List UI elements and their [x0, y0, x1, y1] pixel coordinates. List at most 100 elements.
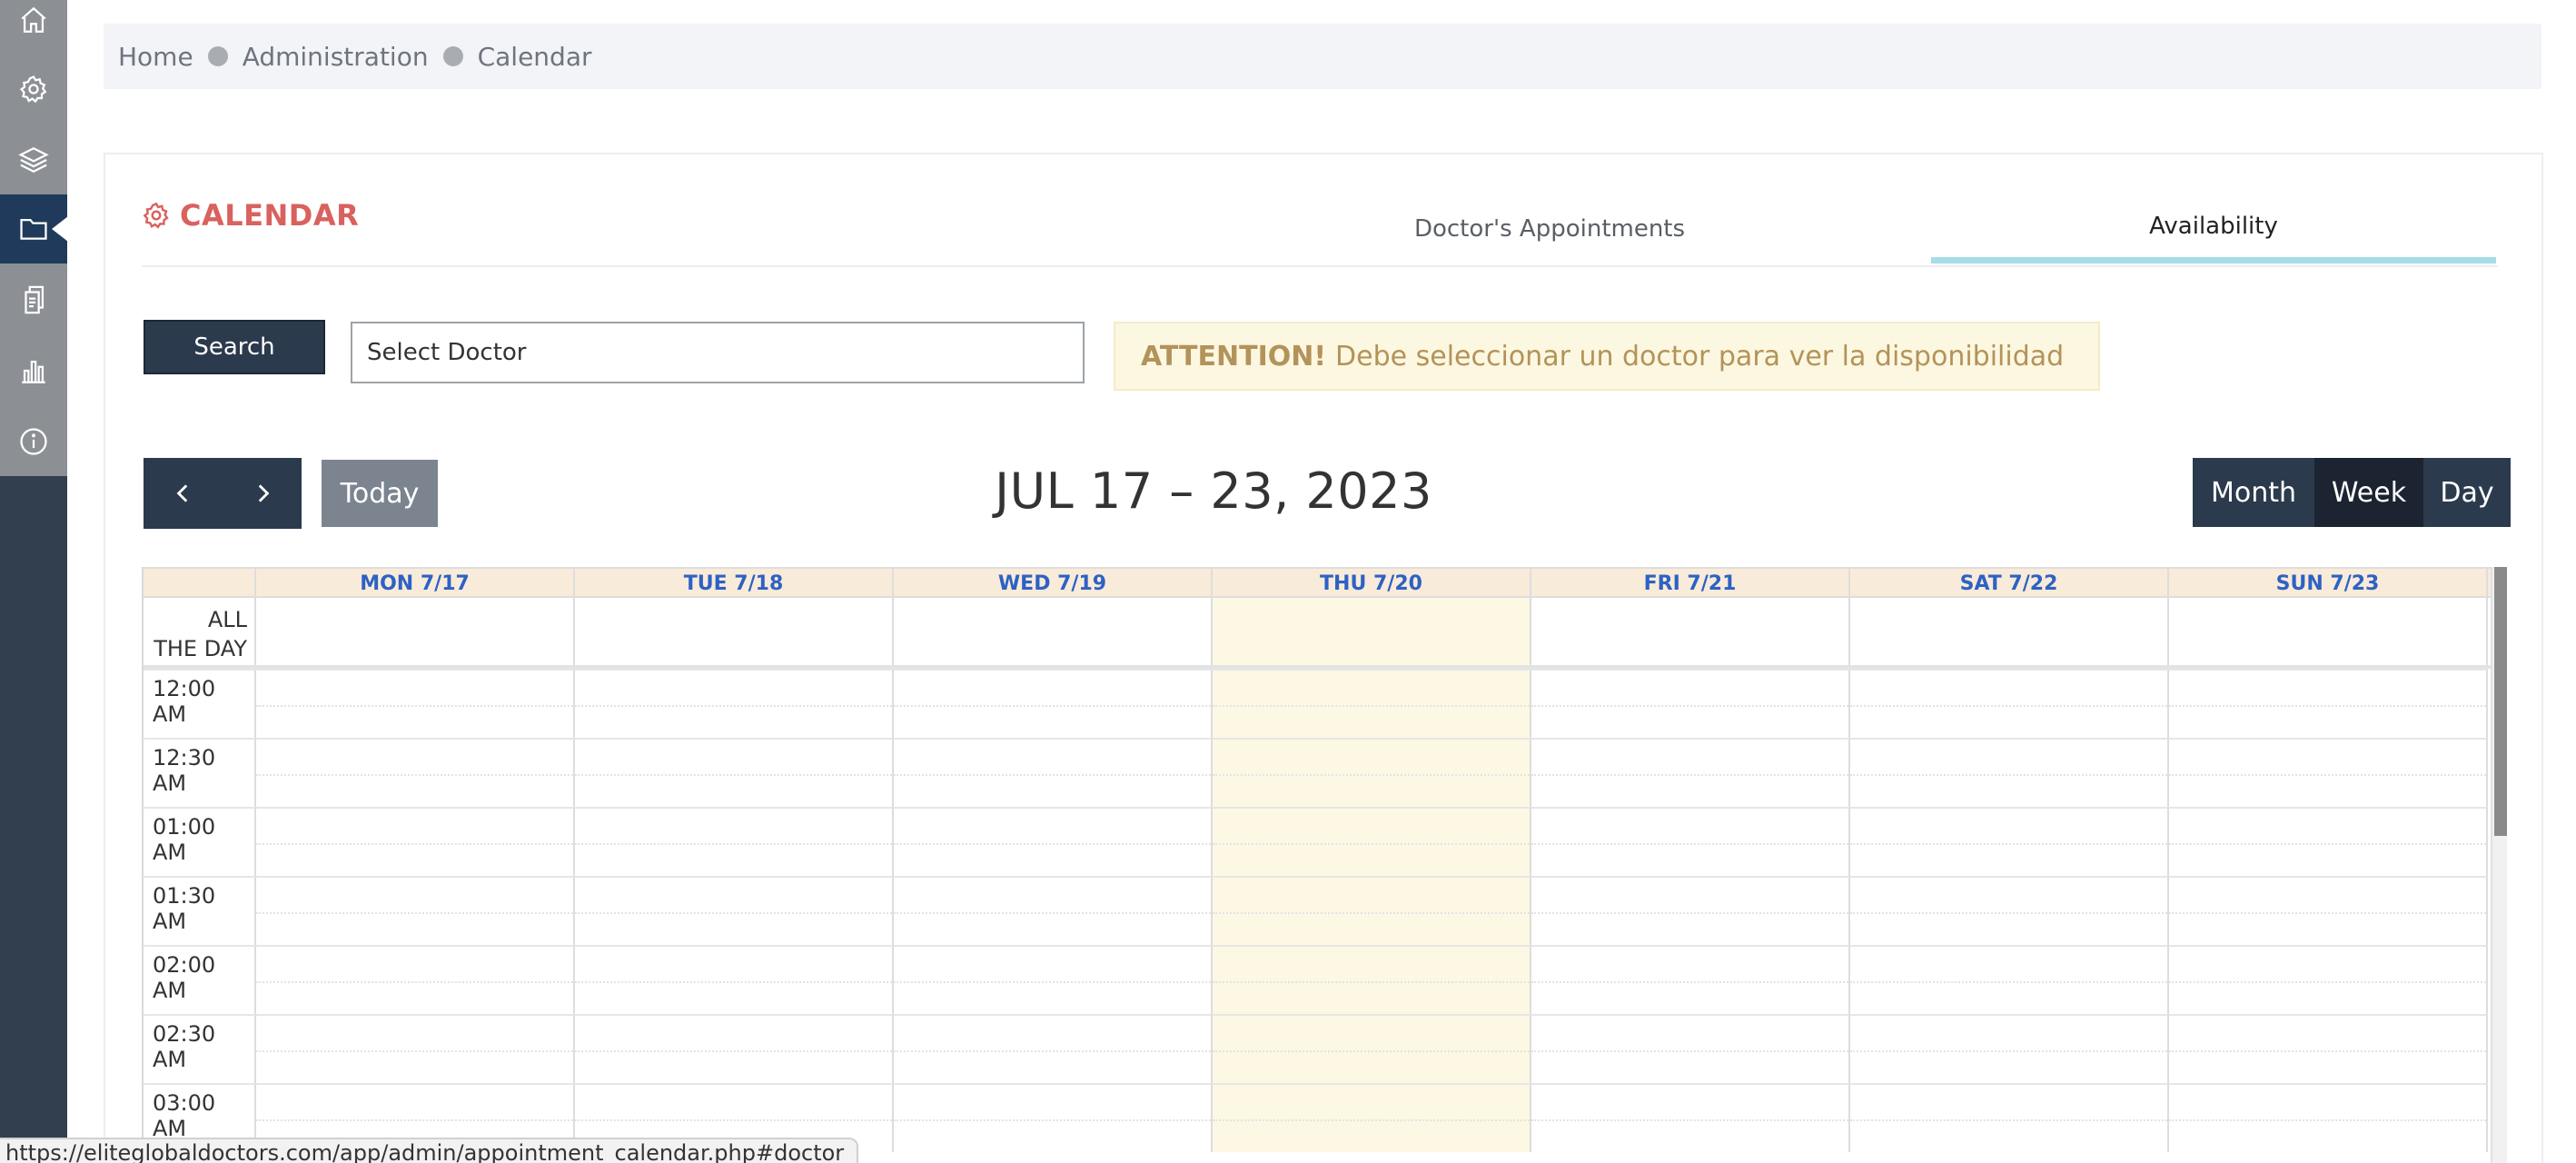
week-view-button[interactable]: Week	[2314, 458, 2423, 527]
day-header-row: MON 7/17 TUE 7/18 WED 7/19 THU 7/20 FRI …	[144, 567, 2491, 598]
header-gutter	[144, 569, 256, 598]
all-day-cell[interactable]	[2169, 598, 2488, 665]
sidebar-item-settings[interactable]	[0, 55, 67, 124]
time-slot[interactable]	[2169, 876, 2488, 945]
tab-doctors-appointments[interactable]: Doctor's Appointments	[1313, 194, 1786, 263]
week-calendar-grid: MON 7/17 TUE 7/18 WED 7/19 THU 7/20 FRI …	[142, 567, 2507, 1163]
breadcrumb-home[interactable]: Home	[118, 42, 193, 72]
day-view-button[interactable]: Day	[2423, 458, 2511, 527]
time-slot[interactable]	[2169, 1083, 2488, 1152]
gear-icon	[19, 75, 47, 104]
attention-alert: ATTENTION! Debe seleccionar un doctor pa…	[1114, 322, 2100, 391]
time-slot-today[interactable]	[1213, 1014, 1531, 1083]
time-slot[interactable]	[1850, 807, 2169, 876]
all-day-label-line1: ALL	[207, 607, 247, 632]
time-slot[interactable]	[1531, 807, 1850, 876]
sidebar-item-folder[interactable]	[0, 194, 68, 263]
time-slot[interactable]	[575, 945, 894, 1014]
time-grid: 12:00 AM 12:30 AM 01:00 AM 01:30 AM 02:00 AM…	[144, 669, 2491, 1163]
time-slot[interactable]	[1531, 1014, 1850, 1083]
time-slot-today[interactable]	[1213, 807, 1531, 876]
time-slot[interactable]	[1531, 669, 1850, 738]
day-header: TUE 7/18	[575, 569, 894, 598]
time-slot[interactable]	[894, 669, 1213, 738]
time-slot[interactable]	[2169, 669, 2488, 738]
time-gutter: 02:00 AM	[144, 945, 256, 1014]
time-slot[interactable]	[1850, 876, 2169, 945]
time-slot[interactable]	[1850, 669, 2169, 738]
sidebar-item-layers[interactable]	[0, 125, 67, 194]
time-slot[interactable]	[575, 738, 894, 807]
all-day-label-line2: THE DAY	[154, 636, 247, 661]
breadcrumb-calendar: Calendar	[477, 41, 592, 72]
all-day-cell-today[interactable]	[1213, 598, 1531, 665]
all-day-cell[interactable]	[894, 598, 1213, 665]
time-slot[interactable]	[1531, 876, 1850, 945]
time-slot[interactable]	[894, 1083, 1213, 1152]
time-slot[interactable]	[2169, 738, 2488, 807]
all-day-cell[interactable]	[256, 598, 575, 665]
time-slot[interactable]	[1531, 1083, 1850, 1152]
tab-availability[interactable]: Availability	[1931, 194, 2496, 263]
time-slot[interactable]	[894, 807, 1213, 876]
time-label: 12:30 AM	[153, 745, 216, 796]
time-slot-today[interactable]	[1213, 876, 1531, 945]
time-slot[interactable]	[575, 1014, 894, 1083]
calendar-scrollbar[interactable]	[2491, 567, 2507, 1163]
time-slot[interactable]	[256, 669, 575, 738]
time-slot[interactable]	[2169, 1014, 2488, 1083]
time-slot[interactable]	[894, 945, 1213, 1014]
time-slot[interactable]	[1850, 738, 2169, 807]
today-button[interactable]: Today	[322, 460, 438, 527]
day-header: FRI 7/21	[1531, 569, 1850, 598]
time-slot[interactable]	[256, 1014, 575, 1083]
all-day-cell[interactable]	[1531, 598, 1850, 665]
time-slot[interactable]	[256, 945, 575, 1014]
scrollbar-thumb[interactable]	[2494, 567, 2507, 836]
status-bar-url: https://eliteglobaldoctors.com/app/admin…	[0, 1138, 859, 1163]
time-slot[interactable]	[1850, 1014, 2169, 1083]
time-slot[interactable]	[256, 876, 575, 945]
doctor-select[interactable]: Select Doctor	[351, 322, 1085, 383]
sidebar-item-documents[interactable]	[0, 265, 67, 334]
all-day-cell[interactable]	[1850, 598, 2169, 665]
time-slot[interactable]	[1531, 738, 1850, 807]
search-button[interactable]: Search	[144, 320, 325, 374]
date-range-title: JUL 17 – 23, 2023	[995, 462, 1432, 520]
time-slot[interactable]	[2169, 945, 2488, 1014]
time-label: 01:00 AM	[153, 814, 216, 865]
breadcrumb-administration[interactable]: Administration	[243, 42, 429, 72]
time-slot[interactable]	[575, 876, 894, 945]
time-slot[interactable]	[894, 738, 1213, 807]
time-slot[interactable]	[256, 807, 575, 876]
time-slot[interactable]	[2169, 807, 2488, 876]
time-slot-today[interactable]	[1213, 738, 1531, 807]
time-slot-today[interactable]	[1213, 945, 1531, 1014]
time-slot[interactable]	[894, 1014, 1213, 1083]
sidebar-item-home[interactable]	[0, 0, 67, 55]
time-row: 02:00 AM	[144, 945, 2491, 1014]
time-slot[interactable]	[894, 876, 1213, 945]
time-slot-today[interactable]	[1213, 669, 1531, 738]
next-button[interactable]	[223, 458, 302, 529]
time-gutter: 01:00 AM	[144, 807, 256, 876]
time-slot[interactable]	[1850, 1083, 2169, 1152]
month-view-button[interactable]: Month	[2193, 458, 2314, 527]
sidebar-item-info[interactable]	[0, 407, 67, 476]
time-gutter: 02:30 AM	[144, 1014, 256, 1083]
all-day-cell[interactable]	[575, 598, 894, 665]
breadcrumb-separator	[207, 46, 228, 66]
prev-button[interactable]	[144, 458, 223, 529]
chevron-right-icon	[258, 484, 269, 502]
time-slot[interactable]	[1531, 945, 1850, 1014]
sidebar-item-reports[interactable]	[0, 336, 67, 405]
time-slot[interactable]	[256, 738, 575, 807]
gear-icon	[143, 202, 169, 229]
time-slot[interactable]	[1850, 945, 2169, 1014]
time-slot[interactable]	[575, 669, 894, 738]
breadcrumb: Home Administration Calendar	[104, 24, 2541, 89]
time-slot-today[interactable]	[1213, 1083, 1531, 1152]
documents-icon	[25, 285, 45, 314]
time-row: 02:30 AM	[144, 1014, 2491, 1083]
time-slot[interactable]	[575, 807, 894, 876]
